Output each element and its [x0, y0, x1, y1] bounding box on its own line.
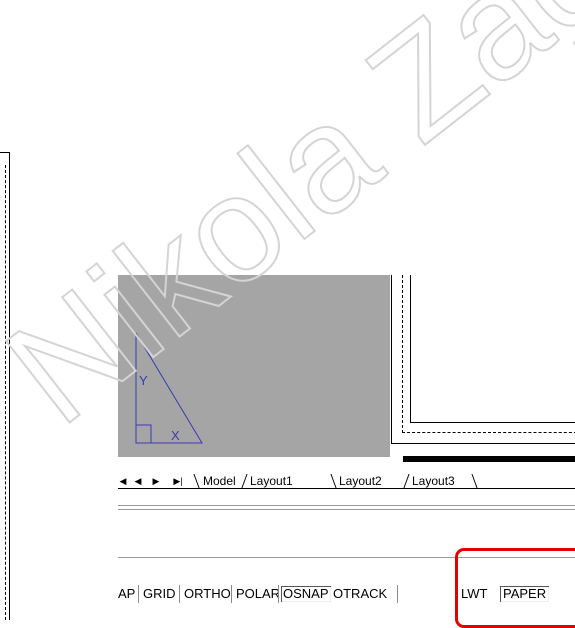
status-divider [138, 585, 139, 603]
ucs-y-label: Y [139, 373, 148, 388]
highlight-annotation [455, 548, 575, 628]
status-osnap-button[interactable]: OSNAP [281, 586, 331, 602]
viewport-border [410, 275, 575, 423]
status-polar-button[interactable]: POLAR [236, 586, 280, 602]
status-divider [179, 585, 180, 603]
command-area-top-border-inner [118, 509, 575, 510]
tab-layout2[interactable]: Layout2 [339, 474, 382, 488]
command-area-top-border [118, 505, 575, 506]
viewport-gray-area: Y X [118, 275, 390, 457]
status-divider [278, 585, 279, 603]
last-tab-icon[interactable]: ▶| [170, 475, 186, 487]
next-tab-icon[interactable]: ▶ [151, 475, 161, 487]
paper-margin-vertical [402, 275, 404, 433]
status-snap-button[interactable]: AP [118, 586, 135, 602]
prev-tab-icon[interactable]: ◀ [133, 475, 143, 487]
status-ortho-button[interactable]: ORTHO [184, 586, 231, 602]
status-divider [231, 585, 232, 603]
tab-layout1[interactable]: Layout1 [250, 474, 293, 488]
paper-margin-horizontal [402, 432, 575, 434]
status-otrack-button[interactable]: OTRACK [333, 586, 387, 602]
tabs-underline [118, 488, 575, 489]
first-tab-icon[interactable]: ◀ [118, 475, 128, 487]
left-paper-margin [0, 165, 6, 620]
status-grid-button[interactable]: GRID [143, 586, 176, 602]
status-divider [397, 585, 398, 603]
tab-model[interactable]: Model [203, 474, 236, 488]
ucs-x-label: X [171, 428, 180, 443]
ucs-icon: Y X [135, 332, 203, 444]
tab-layout3[interactable]: Layout3 [412, 474, 455, 488]
